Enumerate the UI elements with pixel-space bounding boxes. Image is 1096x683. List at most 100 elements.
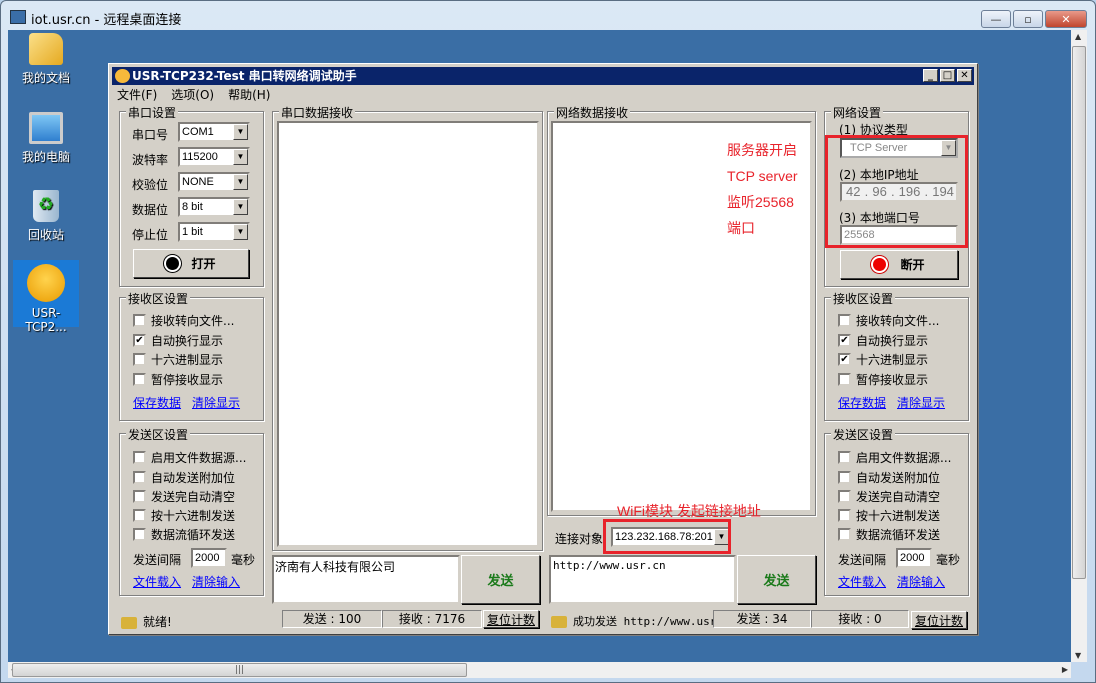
scroll-right-arrow-icon[interactable]: ▶	[1062, 665, 1068, 674]
file-load-link[interactable]: 文件载入	[838, 573, 886, 590]
serial-receive-group: 串口数据接收	[272, 104, 543, 551]
checkbox-receive-to-file[interactable]: 接收转向文件...	[133, 312, 234, 329]
file-load-link[interactable]: 文件载入	[133, 573, 181, 590]
interval-input[interactable]: 2000	[191, 548, 227, 568]
network-send-textarea[interactable]: http://www.usr.cn	[549, 555, 736, 604]
vertical-scroll-thumb[interactable]	[1072, 46, 1086, 579]
checkbox-file-source[interactable]: 启用文件数据源...	[133, 449, 246, 466]
computer-icon	[29, 112, 63, 144]
checkbox-box[interactable]	[133, 451, 146, 464]
serial-receive-textarea[interactable]	[277, 121, 539, 547]
port-select[interactable]: COM1 ▼	[178, 122, 250, 142]
checkbox-loop-send[interactable]: 数据流循环发送	[838, 526, 940, 543]
checkbox-append-bits[interactable]: 自动发送附加位	[838, 469, 940, 486]
clear-display-link[interactable]: 清除显示	[897, 394, 945, 411]
network-reset-count-button[interactable]: 复位计数	[911, 611, 967, 629]
checkbox-box[interactable]	[133, 314, 146, 327]
desktop-icon-my-documents[interactable]: 我的文档	[10, 33, 82, 86]
checkbox-box[interactable]	[838, 471, 851, 484]
app-maximize-button[interactable]: □	[940, 69, 955, 82]
rdp-minimize-button[interactable]: —	[981, 10, 1011, 28]
checkbox-auto-wrap[interactable]: ✔ 自动换行显示	[838, 332, 928, 349]
stop-bits-select[interactable]: 1 bit ▼	[178, 222, 250, 242]
checkbox-box[interactable]	[133, 528, 146, 541]
vertical-scrollbar[interactable]: ▲ ▼	[1071, 30, 1087, 662]
checkbox-box[interactable]	[838, 528, 851, 541]
checkbox-box[interactable]	[133, 373, 146, 386]
checkbox-box[interactable]	[838, 373, 851, 386]
checkbox-pause-receive[interactable]: 暂停接收显示	[133, 371, 223, 388]
network-status: 成功发送 http://www.usr	[551, 613, 713, 629]
checkbox-auto-wrap[interactable]: ✔ 自动换行显示	[133, 332, 223, 349]
checkbox-box[interactable]	[838, 314, 851, 327]
serial-reset-count-button[interactable]: 复位计数	[483, 610, 539, 628]
checkbox-hex-display[interactable]: 十六进制显示	[133, 351, 223, 368]
horizontal-scroll-thumb[interactable]: |||	[12, 663, 467, 677]
clear-display-link[interactable]: 清除显示	[192, 394, 240, 411]
network-send-button[interactable]: 发送	[737, 555, 816, 604]
checkbox-file-source[interactable]: 启用文件数据源...	[838, 449, 951, 466]
app-minimize-button[interactable]: _	[923, 69, 938, 82]
checkbox-box[interactable]	[133, 471, 146, 484]
checkbox-pause-receive[interactable]: 暂停接收显示	[838, 371, 928, 388]
checkbox-box[interactable]	[838, 490, 851, 503]
field-label: 停止位	[132, 228, 169, 242]
horizontal-scrollbar[interactable]: ◀ ||| ▶	[8, 662, 1071, 678]
checkbox-hex-display[interactable]: ✔ 十六进制显示	[838, 351, 928, 368]
remote-desktop-icon	[10, 10, 26, 24]
checkbox-label: 自动换行显示	[151, 334, 224, 348]
desktop-icon-label: 我的文档	[21, 71, 70, 85]
checkbox-label: 发送完自动清空	[151, 490, 236, 504]
serial-send-button[interactable]: 发送	[461, 555, 540, 604]
field-label: 数据位	[132, 203, 169, 217]
group-legend: 发送区设置	[831, 426, 896, 443]
checkbox-auto-clear[interactable]: 发送完自动清空	[133, 488, 235, 505]
checkbox-append-bits[interactable]: 自动发送附加位	[133, 469, 235, 486]
rdp-close-button[interactable]: ✕	[1045, 10, 1087, 28]
app-close-button[interactable]: ✕	[957, 69, 972, 82]
menu-options[interactable]: 选项(O)	[171, 86, 214, 103]
checkbox-loop-send[interactable]: 数据流循环发送	[133, 526, 235, 543]
checkmark-icon[interactable]: ✔	[133, 334, 146, 347]
checkbox-box[interactable]	[838, 509, 851, 522]
interval-label: 发送间隔	[838, 553, 887, 567]
scroll-down-arrow-icon[interactable]: ▼	[1075, 651, 1081, 660]
interval-input[interactable]: 2000	[896, 548, 932, 568]
menu-help[interactable]: 帮助(H)	[228, 86, 270, 103]
save-data-link[interactable]: 保存数据	[838, 394, 886, 411]
save-data-link[interactable]: 保存数据	[133, 394, 181, 411]
checkbox-auto-clear[interactable]: 发送完自动清空	[838, 488, 940, 505]
menu-file[interactable]: 文件(F)	[117, 86, 157, 103]
disconnect-button[interactable]: 断开	[840, 250, 958, 279]
interval-unit: 毫秒	[231, 553, 256, 567]
desktop-icon-my-computer[interactable]: 我的电脑	[10, 112, 82, 165]
clear-input-link[interactable]: 清除输入	[192, 573, 240, 590]
checkbox-box[interactable]	[133, 353, 146, 366]
left-send-settings-group: 发送区设置 启用文件数据源... 自动发送附加位 发送完自动清空 按十六进制发送…	[119, 426, 264, 596]
disconnect-label: 断开	[900, 258, 925, 272]
clear-input-link[interactable]: 清除输入	[897, 573, 945, 590]
checkbox-box[interactable]	[838, 451, 851, 464]
checkbox-hex-send[interactable]: 按十六进制发送	[838, 507, 940, 524]
checkmark-icon[interactable]: ✔	[838, 334, 851, 347]
chevron-down-icon: ▼	[233, 149, 248, 165]
rdp-maximize-button[interactable]: ▫	[1013, 10, 1043, 28]
desktop-icon-usr-tcp[interactable]: USR-TCP2...	[13, 260, 79, 334]
parity-value: NONE	[182, 176, 214, 188]
serial-send-textarea[interactable]: 济南有人科技有限公司	[272, 555, 460, 604]
checkbox-hex-send[interactable]: 按十六进制发送	[133, 507, 235, 524]
scroll-up-arrow-icon[interactable]: ▲	[1075, 32, 1081, 41]
checkbox-box[interactable]	[133, 509, 146, 522]
checkbox-box[interactable]	[133, 490, 146, 503]
data-bits-select[interactable]: 8 bit ▼	[178, 197, 250, 217]
open-port-button[interactable]: 打开	[133, 249, 249, 278]
desktop-icon-recycle-bin[interactable]: ♻ 回收站	[10, 190, 82, 243]
checkmark-icon[interactable]: ✔	[838, 353, 851, 366]
baud-rate-select[interactable]: 115200 ▼	[178, 147, 250, 167]
network-receive-textarea[interactable]: 服务器开启 TCP server 监听25568 端口 WiFi模块 发起链接地…	[551, 121, 812, 519]
serial-settings-group: 串口设置 串口号 COM1 ▼ 波特率 115200 ▼ 校验位 NONE ▼ 数据位…	[119, 104, 264, 287]
checkbox-label: 启用文件数据源...	[856, 451, 952, 465]
checkbox-receive-to-file[interactable]: 接收转向文件...	[838, 312, 939, 329]
parity-select[interactable]: NONE ▼	[178, 172, 250, 192]
recycle-bin-icon: ♻	[33, 190, 59, 222]
